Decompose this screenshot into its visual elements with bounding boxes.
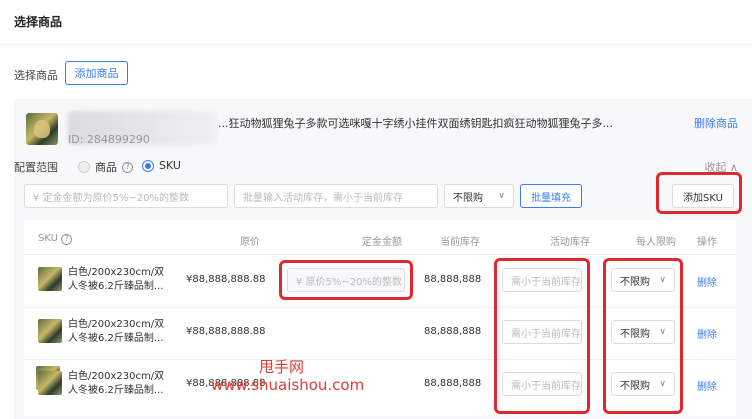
row-divider bbox=[24, 254, 736, 255]
watermark-line1: 甩手网 bbox=[259, 358, 305, 376]
current-stock: 88,888,888 bbox=[424, 326, 482, 337]
sku-price: ¥88,888,888.88 bbox=[186, 326, 266, 337]
current-stock: 88,888,888 bbox=[424, 274, 482, 285]
batch-fill-button[interactable]: 批量填充 bbox=[520, 184, 582, 208]
sku-table: SKU ? 原价 定金金额 当前库存 活动库存 每人限购 操作 白色/200x2… bbox=[24, 220, 736, 416]
sku-name: 白色/200x230cm/双 人冬被6.2斤臻品制... bbox=[68, 267, 165, 292]
th-limit: 每人限购 bbox=[636, 237, 676, 248]
radio-sku[interactable]: SKU bbox=[142, 159, 181, 172]
highlight-limit bbox=[603, 258, 683, 414]
batch-limit-select[interactable]: 不限购 ∨ bbox=[444, 184, 514, 208]
th-price: 原价 bbox=[240, 237, 260, 248]
section-title: 选择商品 bbox=[14, 15, 63, 29]
sku-name: 白色/200x230cm/双 人冬被6.2斤臻品制... bbox=[68, 319, 165, 344]
radio-sku-dot bbox=[142, 159, 154, 172]
watermark-line2: www.shuaishou.com bbox=[211, 376, 365, 394]
radio-goods-dot bbox=[78, 161, 90, 173]
product-id: ID: 284899290 bbox=[68, 133, 150, 146]
delete-sku-link[interactable]: 删除 bbox=[697, 326, 717, 341]
radio-goods-label: 商品 bbox=[95, 161, 117, 174]
batch-limit-value: 不限购 bbox=[453, 192, 483, 204]
delete-sku-link[interactable]: 删除 bbox=[697, 378, 717, 393]
select-goods-label: 选择商品 bbox=[14, 69, 58, 82]
chevron-down-icon: ∨ bbox=[498, 191, 505, 201]
highlight-add-sku bbox=[656, 172, 742, 214]
help-circle-icon: ? bbox=[61, 233, 73, 245]
config-range-label: 配置范围 bbox=[14, 161, 58, 174]
th-action: 操作 bbox=[697, 237, 717, 248]
product-name: ...狂动物狐狸兔子多款可选咪嘎十字绣小挂件双面绣钥匙扣疯狂动物狐狸兔子多... bbox=[218, 117, 613, 130]
th-current-stock: 当前库存 bbox=[440, 237, 480, 248]
add-goods-button[interactable]: 添加商品 bbox=[65, 61, 128, 85]
divider bbox=[0, 44, 752, 45]
sku-price: ¥88,888,888.88 bbox=[186, 274, 266, 285]
sku-thumbnail bbox=[38, 319, 62, 343]
highlight-activity-stock bbox=[494, 258, 590, 414]
batch-stock-input[interactable]: 批量输入活动库存，需小于当前库存 bbox=[234, 184, 438, 208]
sku-name: 白色/200x230cm/双 人冬被6.2斤臻品制... bbox=[68, 371, 165, 396]
radio-goods[interactable]: 商品 ? bbox=[78, 159, 133, 175]
radio-sku-label: SKU bbox=[159, 159, 181, 172]
delete-goods-link[interactable]: 删除商品 bbox=[694, 115, 738, 131]
highlight-deposit bbox=[279, 260, 413, 300]
product-thumbnail bbox=[26, 113, 58, 145]
th-deposit: 定金金额 bbox=[362, 237, 402, 248]
help-circle-icon: ? bbox=[122, 161, 133, 173]
current-stock: 88,888,888 bbox=[424, 378, 482, 389]
delete-sku-link[interactable]: 删除 bbox=[697, 274, 717, 289]
sku-thumbnail bbox=[38, 371, 62, 395]
th-activity-stock: 活动库存 bbox=[550, 237, 590, 248]
sku-thumbnail bbox=[38, 267, 62, 291]
batch-amount-input[interactable]: ¥ 定金金额为原价5%~20%的整数 bbox=[24, 184, 228, 208]
th-sku: SKU ? bbox=[38, 233, 73, 245]
product-card: ...狂动物狐狸兔子多款可选咪嘎十字绣小挂件双面绣钥匙扣疯狂动物狐狸兔子多...… bbox=[14, 99, 752, 419]
